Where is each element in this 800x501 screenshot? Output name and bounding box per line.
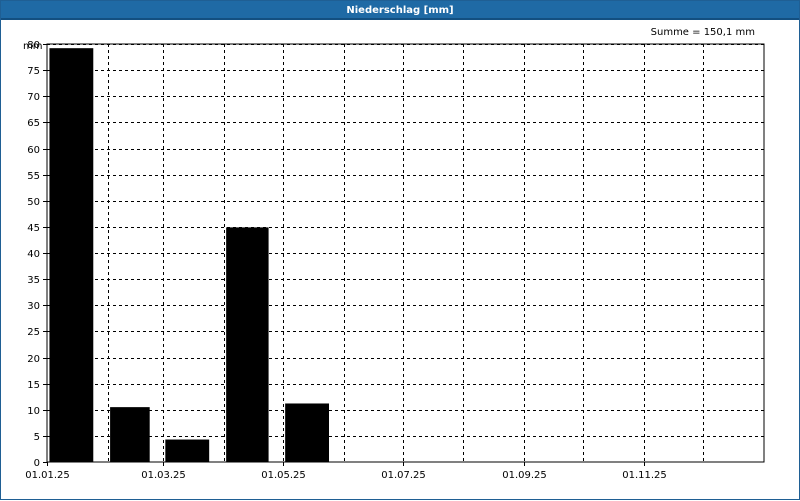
chart-window: Niederschlag [mm] 0 5 10 15 20 25 30 35 40 45 50 55… xyxy=(0,0,800,500)
grid-layer xyxy=(47,44,764,462)
y-tick-label: 75 xyxy=(27,66,40,77)
bar-layer xyxy=(49,48,330,463)
y-tick-labels: 05101520253035404550556065707580 xyxy=(27,40,47,469)
bar xyxy=(226,227,269,462)
x-tick-label: 01.03.25 xyxy=(141,470,186,481)
y-tick-label: 10 xyxy=(27,406,40,417)
x-tick-label: 01.09.25 xyxy=(502,470,547,481)
y-tick-label: 60 xyxy=(27,145,40,156)
y-tick-label: 15 xyxy=(27,380,40,391)
y-axis-label: mm xyxy=(23,41,42,52)
x-tick-labels: 01.01.25 01.03.25 01.05.25 01.07.25 01.09.25… xyxy=(25,462,667,481)
sum-label: Summe = 150,1 mm xyxy=(651,27,755,38)
y-tick-label: 30 xyxy=(27,301,40,312)
y-tick-label: 50 xyxy=(27,197,40,208)
x-tick-label: 01.07.25 xyxy=(381,470,426,481)
x-tick-label: 01.11.25 xyxy=(622,470,667,481)
y-tick-label: 45 xyxy=(27,223,40,234)
bar xyxy=(110,407,150,462)
bar xyxy=(165,439,210,462)
y-tick-label: 25 xyxy=(27,327,40,338)
y-tick-label: 55 xyxy=(27,171,40,182)
y-tick-label: 65 xyxy=(27,118,40,129)
plot-frame xyxy=(46,43,765,463)
y-tick-label: 5 xyxy=(34,432,40,443)
precipitation-chart: 05101520253035404550556065707580 01.01.2… xyxy=(23,27,765,481)
y-tick-label: 0 xyxy=(34,458,40,469)
x-tick-label: 01.01.25 xyxy=(25,470,70,481)
bar xyxy=(285,403,330,462)
y-tick-label: 40 xyxy=(27,249,40,260)
bar xyxy=(49,48,94,463)
y-tick-label: 70 xyxy=(27,92,40,103)
y-tick-label: 20 xyxy=(27,354,40,365)
x-tick-label: 01.05.25 xyxy=(261,470,306,481)
y-tick-label: 35 xyxy=(27,275,40,286)
